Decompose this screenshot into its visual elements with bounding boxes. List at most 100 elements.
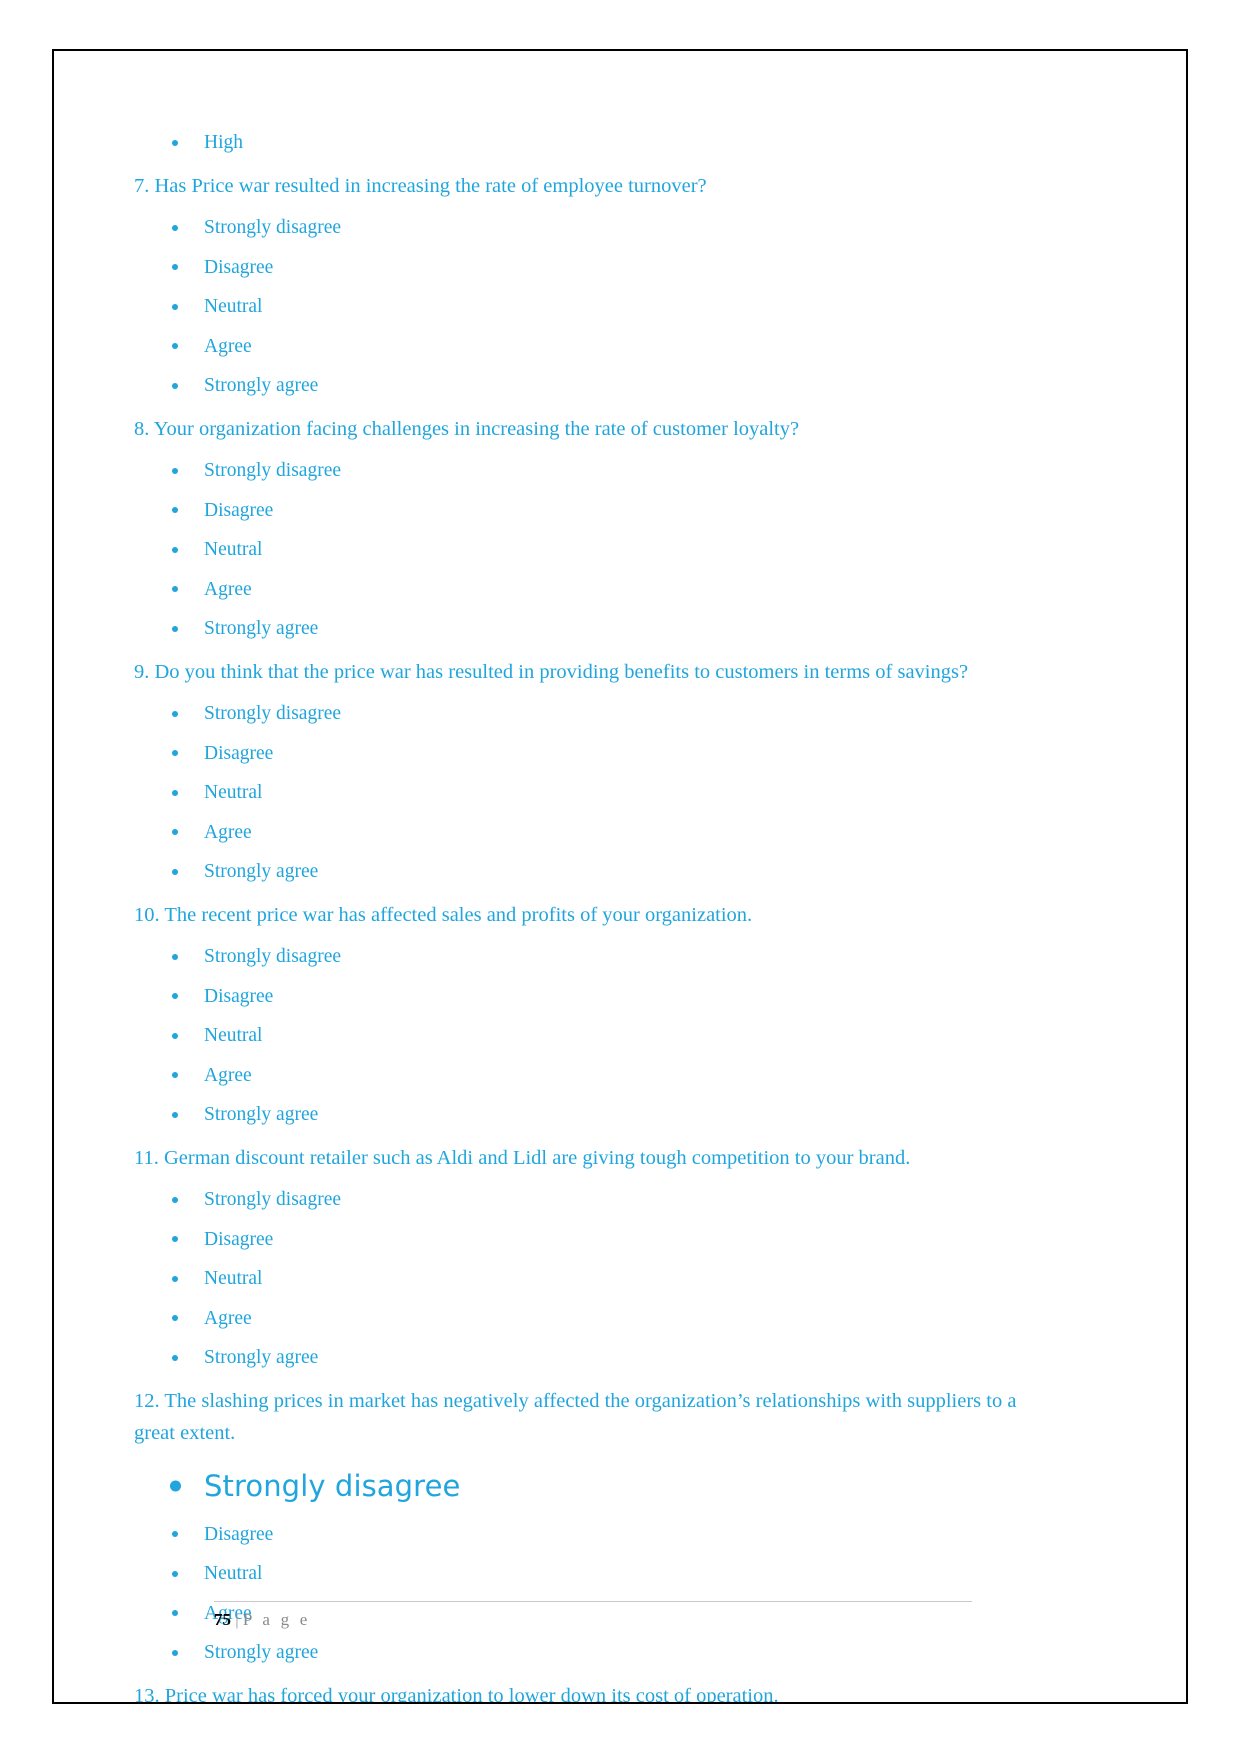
bullet-icon	[172, 586, 178, 593]
list-item[interactable]: Agree	[134, 813, 1108, 853]
option-list-7: Strongly disagree Disagree Neutral Agree…	[134, 208, 1108, 406]
bullet-icon	[172, 1111, 178, 1118]
list-item[interactable]: Disagree	[134, 734, 1108, 774]
option-label: Strongly disagree	[204, 217, 342, 238]
bullet-icon	[172, 507, 178, 514]
option-label: Neutral	[204, 1025, 263, 1046]
option-label: Strongly agree	[204, 1347, 319, 1368]
question-block-7: 7. Has Price war resulted in increasing …	[134, 163, 1108, 406]
list-item[interactable]: Strongly disagree	[134, 694, 1108, 734]
option-label: Strongly disagree	[204, 1468, 461, 1503]
bullet-icon	[172, 1649, 178, 1656]
bullet-icon	[172, 224, 178, 231]
list-item[interactable]: Neutral	[134, 1554, 1108, 1594]
list-item[interactable]: Strongly disagree	[134, 208, 1108, 248]
page-word: P a g e	[242, 1610, 311, 1630]
document-page: High 7. Has Price war resulted in increa…	[52, 49, 1188, 1704]
list-item[interactable]: High	[134, 123, 1108, 163]
option-label: High	[204, 132, 243, 153]
list-item[interactable]: Strongly agree	[134, 1095, 1108, 1135]
list-item[interactable]: Neutral	[134, 773, 1108, 813]
bullet-icon	[172, 750, 178, 757]
bullet-icon	[172, 139, 178, 146]
list-item[interactable]: Strongly disagree	[134, 451, 1108, 491]
bullet-icon	[172, 1196, 178, 1203]
question-text: 12. The slashing prices in market has ne…	[134, 1389, 1017, 1412]
list-item[interactable]: Strongly agree	[134, 609, 1108, 649]
bullet-icon	[172, 953, 178, 960]
orphan-option-list: High	[134, 123, 1108, 163]
question-block-10: 10. The recent price war has affected sa…	[134, 892, 1108, 1135]
option-label: Strongly disagree	[204, 946, 342, 967]
question-text: 11. German discount retailer such as Ald…	[134, 1146, 911, 1169]
option-list-8: Strongly disagree Disagree Neutral Agree…	[134, 451, 1108, 649]
bullet-icon	[172, 343, 178, 350]
question-block-9: 9. Do you think that the price war has r…	[134, 649, 1108, 892]
bullet-icon	[172, 789, 178, 796]
list-item[interactable]: Strongly agree	[134, 366, 1108, 406]
option-label: Agree	[204, 578, 252, 600]
option-list-12: Strongly disagree Disagree Neutral Agree…	[134, 1457, 1108, 1673]
option-label: Neutral	[204, 296, 263, 317]
list-item[interactable]: Disagree	[134, 491, 1108, 531]
option-label: Strongly agree	[204, 1642, 319, 1663]
bullet-icon	[172, 829, 178, 836]
option-label: Disagree	[204, 985, 274, 1007]
option-list-10: Strongly disagree Disagree Neutral Agree…	[134, 937, 1108, 1135]
option-label: Neutral	[204, 782, 263, 803]
bullet-icon	[172, 1531, 178, 1538]
option-label: Agree	[204, 1064, 252, 1086]
questionnaire-body: High 7. Has Price war resulted in increa…	[134, 123, 1108, 1704]
question-text: 9. Do you think that the price war has r…	[134, 660, 969, 683]
list-item[interactable]: Strongly agree	[134, 852, 1108, 892]
footer-page-label: 75 | P a g e	[214, 1610, 972, 1630]
list-item[interactable]: Disagree	[134, 1515, 1108, 1555]
bullet-icon	[172, 710, 178, 717]
list-item[interactable]: Agree	[134, 1056, 1108, 1096]
option-label: Strongly agree	[204, 1104, 319, 1125]
question-text: 8. Your organization facing challenges i…	[134, 417, 800, 440]
list-item[interactable]: Neutral	[134, 1016, 1108, 1056]
list-item[interactable]: Agree	[134, 327, 1108, 367]
bullet-icon	[172, 1354, 178, 1361]
question-text: 13. Price war has forced your organizati…	[134, 1684, 779, 1704]
bullet-icon	[172, 546, 178, 553]
bullet-icon	[172, 868, 178, 875]
option-label: Agree	[204, 821, 252, 843]
bullet-icon	[170, 1480, 181, 1491]
list-item[interactable]: Neutral	[134, 530, 1108, 570]
bullet-icon	[172, 467, 178, 474]
question-block-11: 11. German discount retailer such as Ald…	[134, 1135, 1108, 1378]
list-item[interactable]: Disagree	[134, 977, 1108, 1017]
question-block-13: 13. Price war has forced your organizati…	[134, 1673, 1108, 1704]
bullet-icon	[172, 1032, 178, 1039]
option-label: Disagree	[204, 742, 274, 764]
option-label: Strongly agree	[204, 618, 319, 639]
list-item[interactable]: Strongly disagree	[134, 937, 1108, 977]
option-label: Agree	[204, 335, 252, 357]
list-item[interactable]: Agree	[134, 570, 1108, 610]
list-item-selected[interactable]: Strongly disagree	[134, 1457, 1108, 1515]
footer-divider	[214, 1601, 972, 1603]
list-item[interactable]: Strongly agree	[134, 1633, 1108, 1673]
bullet-icon	[172, 1072, 178, 1079]
option-label: Strongly disagree	[204, 703, 342, 724]
list-item[interactable]: Strongly agree	[134, 1338, 1108, 1378]
list-item[interactable]: Strongly disagree	[134, 1180, 1108, 1220]
list-item[interactable]: Neutral	[134, 287, 1108, 327]
list-item[interactable]: Agree	[134, 1299, 1108, 1339]
page-number: 75	[214, 1610, 231, 1630]
list-item[interactable]: Neutral	[134, 1259, 1108, 1299]
page-separator: |	[231, 1610, 243, 1630]
page-content-area: High 7. Has Price war resulted in increa…	[134, 51, 1108, 1702]
bullet-icon	[172, 1275, 178, 1282]
bullet-icon	[172, 625, 178, 632]
list-item[interactable]: Disagree	[134, 248, 1108, 288]
option-label: Strongly disagree	[204, 1189, 342, 1210]
option-list-11: Strongly disagree Disagree Neutral Agree…	[134, 1180, 1108, 1378]
bullet-icon	[172, 1570, 178, 1577]
list-item[interactable]: Disagree	[134, 1220, 1108, 1260]
bullet-icon	[172, 303, 178, 310]
bullet-icon	[172, 993, 178, 1000]
bullet-icon	[172, 264, 178, 271]
